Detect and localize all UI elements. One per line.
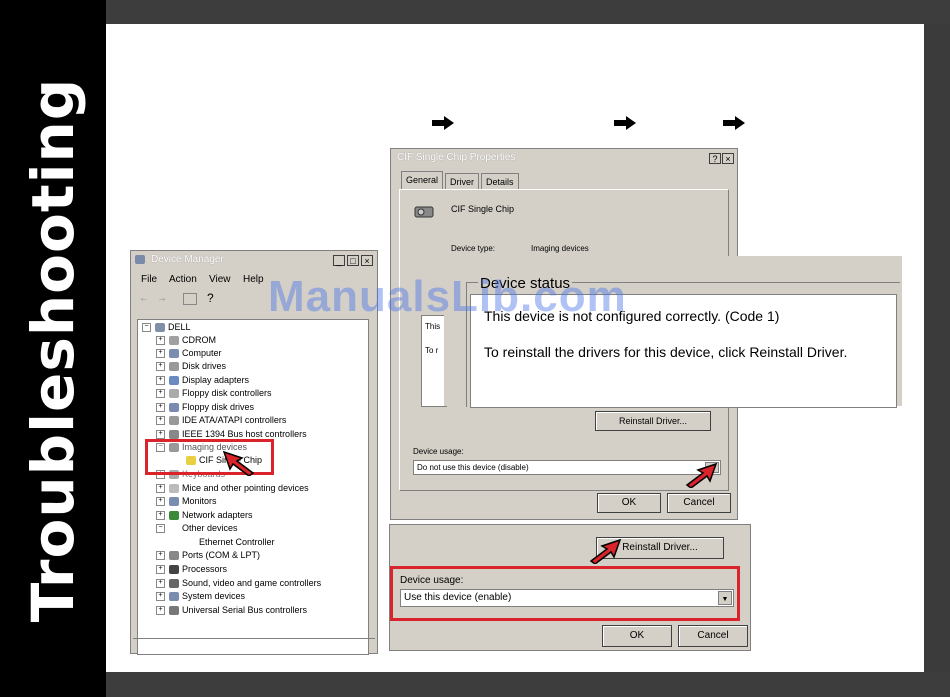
device-type-value: Imaging devices (531, 244, 589, 253)
properties-icon[interactable] (183, 293, 197, 305)
disk-icon (169, 362, 179, 372)
menu-action[interactable]: Action (169, 274, 197, 285)
cdrom-icon (169, 336, 179, 346)
computer-icon (135, 255, 145, 264)
bus-icon (169, 430, 179, 440)
tab-details[interactable]: Details (481, 173, 519, 190)
sidebar: Troubleshooting (0, 0, 106, 697)
pointer-arrow-icon (222, 450, 255, 476)
display-icon (169, 376, 179, 386)
tree-item[interactable]: + Universal Serial Bus controllers (156, 605, 307, 616)
close-button[interactable]: × (361, 255, 373, 266)
right-arrow-icon (723, 116, 745, 130)
minimize-button[interactable]: _ (333, 255, 345, 266)
tree-item[interactable]: + Disk drives (156, 361, 226, 372)
tree-root[interactable]: − DELL (142, 322, 191, 333)
tab-general[interactable]: General (401, 171, 444, 190)
device-manager-titlebar: Device Manager _ □ × (133, 253, 375, 267)
ok-button[interactable]: OK (597, 493, 661, 513)
camera-icon (414, 206, 434, 218)
sidebar-title: Troubleshooting (19, 77, 87, 623)
menu-file[interactable]: File (141, 274, 157, 285)
sound-icon (169, 579, 179, 589)
device-status-line2: To reinstall the drivers for this device… (484, 344, 848, 360)
status-bar (133, 638, 375, 651)
tree-item[interactable]: + CDROM (156, 335, 216, 346)
tree-item[interactable]: + IEEE 1394 Bus host controllers (156, 429, 307, 440)
maximize-button[interactable]: □ (347, 255, 359, 266)
tree-item[interactable]: + Monitors (156, 496, 217, 507)
help-button[interactable]: ? (709, 153, 721, 164)
system-icon (169, 592, 179, 602)
processor-icon (169, 565, 179, 575)
menu-help[interactable]: Help (243, 274, 264, 285)
properties-titlebar: CIF Single Chip Properties ? × (393, 151, 735, 165)
tree-item[interactable]: − Other devices (156, 523, 238, 534)
port-icon (169, 551, 179, 561)
right-arrow-icon (432, 116, 454, 130)
tree-item[interactable]: + Computer (156, 348, 222, 359)
device-type-label: Device type: (451, 244, 496, 253)
floppy-drive-icon (169, 403, 179, 413)
watermark: ManualsLib.com (268, 272, 627, 321)
tree-item[interactable]: + Processors (156, 564, 227, 575)
tree-item[interactable]: + IDE ATA/ATAPI controllers (156, 415, 286, 426)
network-icon (169, 511, 179, 521)
device-usage-select[interactable]: Do not use this device (disable) ▼ (413, 460, 721, 475)
tree-item[interactable]: + Display adapters (156, 375, 249, 386)
top-bar (106, 0, 950, 24)
device-usage-label: Device usage: (413, 447, 464, 456)
tree-item[interactable]: + Floppy disk drives (156, 402, 254, 413)
other-devices-icon (169, 524, 179, 534)
bottom-bar (106, 672, 950, 697)
tab-driver[interactable]: Driver (445, 173, 479, 190)
mouse-icon (169, 484, 179, 494)
tree-item[interactable]: + Mice and other pointing devices (156, 483, 309, 494)
help-icon[interactable]: ? (207, 291, 214, 305)
reinstall-driver-button[interactable]: Reinstall Driver... (595, 411, 711, 431)
window-title: CIF Single Chip Properties (397, 152, 516, 163)
floppy-icon (169, 389, 179, 399)
status-text-fragment: This (425, 322, 441, 331)
tree-item[interactable]: + Network adapters (156, 510, 253, 521)
status-text-fragment: To r (425, 346, 439, 355)
tree-item[interactable]: + System devices (156, 591, 245, 602)
forward-arrow-icon[interactable]: → (157, 293, 167, 304)
window-title: Device Manager (151, 254, 224, 265)
device-tree: − DELL + CDROM + Computer + Disk drives + Dis… (137, 319, 369, 655)
close-button[interactable]: × (722, 153, 734, 164)
ok-button[interactable]: OK (602, 625, 672, 647)
tree-item-ethernet[interactable]: Ethernet Controller (186, 537, 275, 548)
monitor-icon (169, 497, 179, 507)
back-arrow-icon[interactable]: ← (139, 293, 149, 304)
computer-icon (169, 349, 179, 359)
cancel-button[interactable]: Cancel (667, 493, 731, 513)
right-arrow-icon (614, 116, 636, 130)
unknown-device-icon (186, 538, 196, 548)
computer-icon (155, 323, 165, 333)
tree-item[interactable]: + Ports (COM & LPT) (156, 550, 260, 561)
device-usage-value: Do not use this device (disable) (417, 463, 529, 472)
pointer-arrow-icon (589, 538, 622, 564)
menu-view[interactable]: View (209, 274, 231, 285)
highlight-box-usage (390, 566, 740, 621)
cancel-button[interactable]: Cancel (678, 625, 748, 647)
usb-icon (169, 606, 179, 616)
pointer-arrow-icon (685, 462, 718, 488)
tree-item[interactable]: + Sound, video and game controllers (156, 578, 321, 589)
tab-strip: General Driver Details (401, 171, 581, 190)
ide-icon (169, 416, 179, 426)
tree-item[interactable]: + Floppy disk controllers (156, 388, 272, 399)
device-name: CIF Single Chip (451, 204, 515, 214)
